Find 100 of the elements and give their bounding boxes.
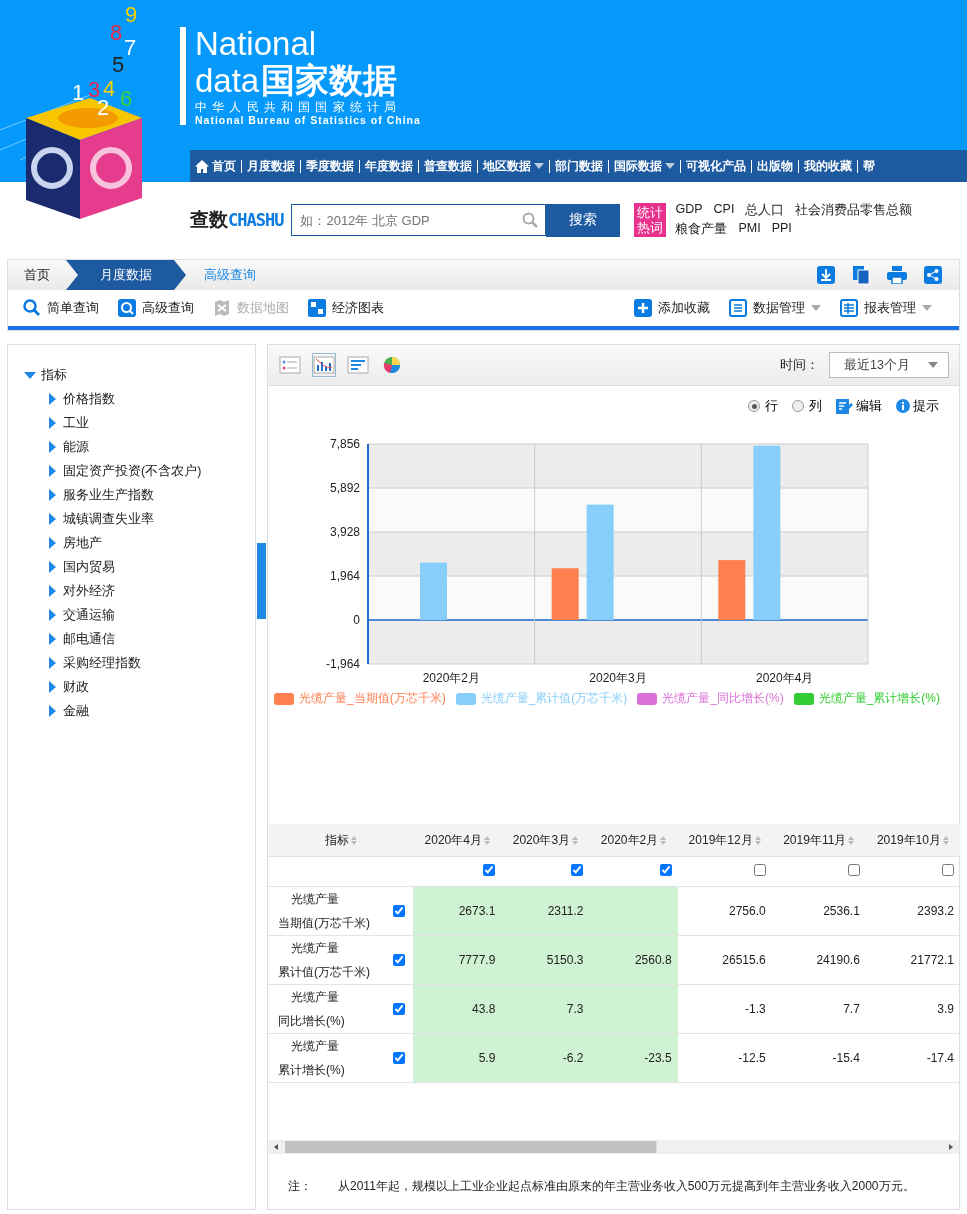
toolbar-button[interactable]: 高级查询 (118, 299, 194, 317)
toolbar-button[interactable]: 经济图表 (308, 299, 384, 317)
radio-button[interactable]: 行 (748, 397, 778, 415)
breadcrumb-item[interactable]: 首页 (8, 260, 66, 290)
toolbar-button[interactable]: 添加收藏 (634, 299, 710, 317)
hot-word-link[interactable]: PMI (738, 221, 761, 238)
nav-link[interactable]: 首页 (190, 157, 241, 175)
column-header[interactable]: 2019年11月 (771, 824, 866, 857)
nav-link[interactable]: 月度数据 (242, 157, 300, 175)
toolbar-button[interactable]: 简单查询 (23, 299, 99, 317)
site-title: data (195, 62, 260, 100)
nav-link[interactable]: 部门数据 (550, 157, 608, 175)
breadcrumb-item[interactable]: 月度数据 (66, 260, 186, 290)
print-icon[interactable] (887, 266, 907, 284)
search-icon (23, 299, 41, 317)
nav-link[interactable]: 帮 (858, 157, 880, 175)
scrollbar[interactable] (268, 1140, 959, 1154)
map-icon (213, 299, 231, 317)
nav-link[interactable]: 普查数据 (419, 157, 477, 175)
copy-icon[interactable] (852, 265, 870, 285)
hbar-view-tab[interactable] (346, 353, 370, 377)
column-header[interactable]: 2020年4月 (413, 824, 502, 857)
table-cell: 3.9 (937, 1002, 954, 1016)
nav-link[interactable]: 出版物 (752, 157, 798, 175)
nav-link[interactable]: 可视化产品 (681, 157, 751, 175)
column-checkbox[interactable] (847, 864, 860, 876)
table-cell: -17.4 (926, 1051, 954, 1065)
hot-word-link[interactable]: 粮食产量 (675, 221, 728, 238)
column-checkbox[interactable] (659, 864, 672, 876)
home-icon (195, 159, 209, 173)
note-label: 注： (288, 1178, 312, 1195)
indicator-measure: 累计值(万芯千米) (278, 964, 370, 981)
table-cell: 24190.6 (816, 953, 860, 967)
tree-item[interactable]: 指标 (24, 363, 67, 387)
tree-item[interactable]: 邮电通信 (46, 627, 115, 651)
tree-item[interactable]: 对外经济 (46, 579, 115, 603)
row-checkbox[interactable] (393, 1003, 406, 1015)
hot-word-link[interactable]: PPI (771, 221, 792, 238)
row-checkbox[interactable] (393, 1052, 406, 1064)
hot-word-link[interactable]: 总人口 (745, 202, 785, 219)
bar-view-tab[interactable] (312, 353, 336, 377)
tree-item[interactable]: 交通运输 (46, 603, 115, 627)
table-cell: -15.4 (832, 1051, 860, 1065)
column-header[interactable]: 指标 (268, 824, 414, 857)
axis-label: 2020年3月 (589, 671, 647, 685)
tree-item[interactable]: 能源 (46, 435, 89, 459)
column-header[interactable]: 2020年3月 (501, 824, 590, 857)
download-icon[interactable] (817, 266, 835, 284)
org-name: National Bureau of Statistics of China (195, 114, 421, 126)
indicator-name: 光缆产量 (290, 989, 340, 1006)
tree-item[interactable]: 固定资产投资(不含农户) (46, 459, 202, 483)
site-title: 国家数据 (261, 61, 398, 99)
tree-item[interactable]: 城镇调查失业率 (46, 507, 154, 531)
indicator-measure: 同比增长(%) (278, 1013, 345, 1030)
row-checkbox[interactable] (393, 905, 406, 917)
column-header[interactable]: 2019年12月 (677, 824, 772, 857)
caret-icon (922, 305, 932, 311)
tree-item[interactable]: 金融 (46, 699, 89, 723)
column-header[interactable]: 2020年2月 (589, 824, 678, 857)
column-checkbox[interactable] (942, 864, 954, 876)
table-cell: 7777.9 (458, 953, 496, 967)
toolbar-button[interactable]: 报表管理 (840, 299, 932, 317)
legend-label: 光缆产量_当期值(万芯千米) (299, 690, 446, 707)
edit-button[interactable]: 编辑 (836, 397, 882, 415)
tree-item[interactable]: 服务业生产指数 (46, 483, 154, 507)
tree-item[interactable]: 工业 (46, 411, 89, 435)
search-button[interactable]: 搜索 (546, 203, 621, 237)
nav-link[interactable]: 我的收藏 (799, 157, 857, 175)
column-checkbox[interactable] (753, 864, 766, 876)
table-cell: 21772.1 (910, 953, 954, 967)
tree-item[interactable]: 房地产 (46, 531, 102, 555)
time-label: 时间： (780, 356, 819, 374)
collapse-handle[interactable] (257, 543, 266, 619)
table-cell: -1.3 (745, 1002, 766, 1016)
indicator-measure: 累计增长(%) (278, 1062, 345, 1079)
tree-item[interactable]: 价格指数 (46, 387, 115, 411)
tree-item[interactable]: 国内贸易 (46, 555, 115, 579)
share-icon[interactable] (924, 266, 942, 284)
hot-word-link[interactable]: GDP (675, 202, 703, 219)
column-checkbox[interactable] (483, 864, 496, 876)
nav-link[interactable]: 季度数据 (301, 157, 359, 175)
table-cell: 2756.0 (729, 904, 766, 918)
column-header[interactable]: 2019年10月 (865, 824, 960, 857)
hot-word-link[interactable]: 社会消费品零售总额 (795, 202, 913, 219)
table-cell: -12.5 (738, 1051, 766, 1065)
toolbar-button[interactable]: 数据管理 (729, 299, 821, 317)
radio-button[interactable]: 列 (792, 397, 822, 415)
tree-item[interactable]: 财政 (46, 675, 89, 699)
row-checkbox[interactable] (393, 954, 406, 966)
nav-link[interactable]: 年度数据 (360, 157, 418, 175)
column-checkbox[interactable] (571, 864, 584, 876)
hint-button[interactable]: 提示 (896, 397, 939, 415)
axis-label: 2020年4月 (756, 671, 814, 685)
search-field[interactable]: 如：2012年 北京 GDP (291, 204, 547, 236)
indicator-measure: 当期值(万芯千米) (278, 915, 370, 932)
tree-item[interactable]: 采购经理指数 (46, 651, 141, 675)
axis-label: 3,928 (329, 525, 360, 539)
note-text: 从2011年起，规模以上工业企业起点标准由原来的年主营业务收入500万元提高到年主营业务收入2000万元。 (338, 1178, 915, 1195)
time-dropdown[interactable]: 最近13个月 (829, 352, 949, 378)
hot-word-link[interactable]: CPI (713, 202, 735, 219)
